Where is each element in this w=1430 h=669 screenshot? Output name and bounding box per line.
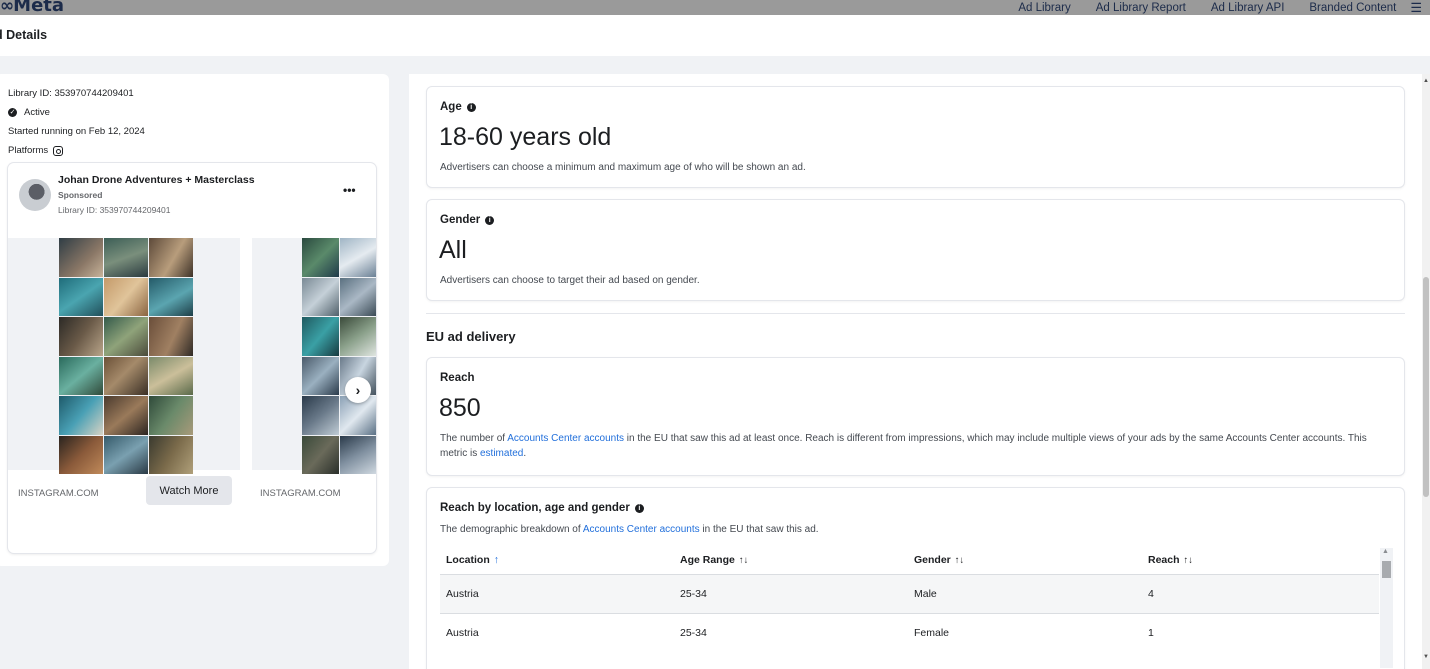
- scroll-down-arrow-icon[interactable]: ▼: [1423, 654, 1429, 660]
- meta-logo-icon: ∞: [0, 0, 14, 16]
- page-scroll-thumb[interactable]: [1423, 277, 1429, 497]
- info-icon[interactable]: i: [466, 102, 476, 112]
- gender-label: Gender i: [440, 214, 495, 226]
- start-date: Started running on Feb 12, 2024: [8, 126, 145, 137]
- table-scrollbar[interactable]: ▲: [1380, 548, 1393, 668]
- reach-breakdown-card: Reach by location, age and gender i The …: [426, 487, 1405, 669]
- reach-value: 850: [439, 394, 481, 422]
- meta-logo[interactable]: ∞ Meta: [0, 0, 64, 16]
- age-label: Age i: [440, 101, 476, 113]
- top-navigation-bar: ∞ Meta Ad Library Ad Library Report Ad L…: [0, 0, 1430, 16]
- scroll-up-arrow-icon[interactable]: ▲: [1382, 548, 1389, 555]
- column-header-age-range[interactable]: Age Range ↑↓: [680, 554, 748, 566]
- check-circle-icon: ✓: [8, 108, 17, 117]
- column-header-gender[interactable]: Gender ↑↓: [914, 554, 964, 566]
- platforms-line: Platforms: [8, 145, 64, 156]
- status-line: ✓ Active: [8, 107, 50, 118]
- page-header: d Details: [0, 15, 1430, 56]
- sponsored-label: Sponsored: [58, 190, 103, 200]
- reach-description: The number of Accounts Center accounts i…: [440, 433, 1367, 459]
- carousel-image: [59, 238, 193, 474]
- gender-description: Advertisers can choose to target their a…: [440, 275, 700, 286]
- scroll-up-arrow-icon[interactable]: ▲: [1423, 78, 1429, 84]
- estimated-link[interactable]: estimated: [480, 448, 523, 459]
- accounts-center-link[interactable]: Accounts Center accounts: [507, 433, 624, 444]
- avatar[interactable]: [19, 179, 51, 211]
- card-domain: INSTAGRAM.COM: [18, 488, 99, 499]
- breakdown-label: Reach by location, age and gender i: [440, 502, 644, 514]
- advertiser-name[interactable]: Johan Drone Adventures + Masterclass: [58, 174, 255, 186]
- reach-label: Reach: [440, 372, 475, 384]
- column-header-reach[interactable]: Reach ↑↓: [1148, 554, 1193, 566]
- status-badge: Active: [24, 107, 50, 118]
- nav-link-ad-library-api[interactable]: Ad Library API: [1211, 2, 1285, 14]
- gender-value: All: [439, 236, 467, 264]
- sort-icon: ↑↓: [1183, 555, 1194, 566]
- page-scrollbar[interactable]: ▲ ▼: [1422, 74, 1430, 669]
- gender-card: Gender i All Advertisers can choose to t…: [426, 199, 1405, 301]
- table-header: Location ↑ Age Range ↑↓ Gender ↑↓ Reach ↑↓: [440, 544, 1379, 574]
- ad-preview: Johan Drone Adventures + Masterclass Spo…: [8, 163, 376, 553]
- demographic-table: Location ↑ Age Range ↑↓ Gender ↑↓ Reach ↑↓ A…: [440, 544, 1379, 652]
- more-options-icon[interactable]: •••: [343, 183, 356, 197]
- meta-logo-text: Meta: [13, 0, 65, 16]
- section-divider: [426, 313, 1405, 314]
- ad-library-id: Library ID: 353970744209401: [58, 205, 171, 215]
- nav-link-ad-library-report[interactable]: Ad Library Report: [1096, 2, 1186, 14]
- eu-delivery-title: EU ad delivery: [426, 329, 516, 344]
- carousel-next-button[interactable]: ›: [345, 377, 371, 403]
- instagram-icon: [53, 145, 64, 156]
- age-description: Advertisers can choose a minimum and max…: [440, 162, 806, 173]
- accounts-center-link[interactable]: Accounts Center accounts: [583, 524, 700, 535]
- age-card: Age i 18-60 years old Advertisers can ch…: [426, 86, 1405, 188]
- watch-more-button[interactable]: Watch More: [146, 476, 232, 505]
- hamburger-menu-icon[interactable]: ☰: [1410, 1, 1422, 14]
- info-icon[interactable]: i: [634, 503, 644, 513]
- table-row: Austria 25-34 Female 1: [440, 613, 1379, 652]
- table-scroll-thumb[interactable]: [1382, 561, 1391, 578]
- ad-details-panel: Age i 18-60 years old Advertisers can ch…: [409, 74, 1422, 669]
- sort-icon: ↑↓: [954, 555, 965, 566]
- sort-icon: ↑↓: [738, 555, 749, 566]
- carousel-image: [302, 238, 376, 474]
- age-value: 18-60 years old: [439, 123, 612, 151]
- platforms-label: Platforms: [8, 145, 49, 156]
- carousel-card[interactable]: [8, 238, 240, 474]
- info-icon[interactable]: i: [485, 215, 495, 225]
- page-title: d Details: [0, 28, 48, 42]
- column-header-location[interactable]: Location ↑: [446, 554, 499, 566]
- ad-summary-card: Library ID: 353970744209401 ✓ Active Sta…: [0, 74, 389, 566]
- carousel-card[interactable]: [252, 238, 376, 474]
- reach-card: Reach 850 The number of Accounts Center …: [426, 357, 1405, 476]
- table-row: Austria 25-34 Male 4: [440, 574, 1379, 613]
- sort-ascending-icon: ↑: [493, 554, 499, 566]
- nav-link-ad-library[interactable]: Ad Library: [1018, 2, 1070, 14]
- nav-link-branded-content[interactable]: Branded Content: [1309, 2, 1396, 14]
- top-nav-links: Ad Library Ad Library Report Ad Library …: [1018, 0, 1430, 15]
- card-domain: INSTAGRAM.COM: [260, 488, 341, 499]
- breakdown-description: The demographic breakdown of Accounts Ce…: [440, 524, 819, 535]
- library-id: Library ID: 353970744209401: [8, 88, 134, 99]
